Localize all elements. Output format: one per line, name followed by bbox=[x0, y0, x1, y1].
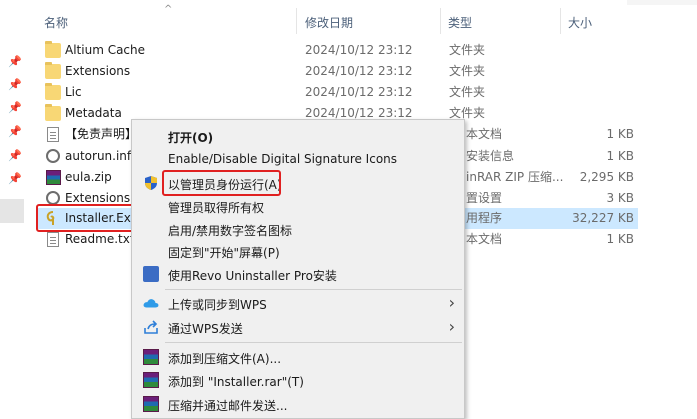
menu-item-label: 上传或同步到WPS bbox=[168, 298, 267, 312]
highlight-box-run-as-admin bbox=[162, 170, 281, 196]
pin-icon[interactable]: 📌 bbox=[8, 79, 22, 91]
file-size: 1 KB bbox=[606, 232, 634, 246]
file-type: 文件夹 bbox=[449, 85, 486, 99]
menu-item-pin-start[interactable]: 固定到"开始"屏幕(P) bbox=[132, 240, 464, 262]
setup-info-icon bbox=[46, 149, 60, 163]
file-type: 文件夹 bbox=[449, 43, 486, 57]
menu-item-send-wps[interactable]: 通过WPS发送 › bbox=[132, 316, 464, 338]
file-type: 用程序 bbox=[466, 211, 503, 225]
window-edge bbox=[627, 0, 697, 5]
menu-item-signature-icons[interactable]: Enable/Disable Digital Signature Icons bbox=[132, 148, 464, 170]
pin-icon[interactable]: 📌 bbox=[8, 150, 22, 162]
share-icon bbox=[144, 320, 158, 334]
column-date-header[interactable]: 修改日期 bbox=[305, 14, 353, 31]
menu-item-add-rar[interactable]: 添加到 "Installer.rar"(T) bbox=[132, 369, 464, 391]
file-name: Altium Cache bbox=[65, 43, 146, 57]
uac-shield-icon bbox=[145, 176, 157, 190]
navigation-pane: 📌 📌 📌 📌 📌 📌 bbox=[0, 0, 30, 415]
menu-item-open[interactable]: 打开(O) bbox=[132, 125, 464, 147]
file-size: 3 KB bbox=[606, 191, 634, 205]
cloud-icon bbox=[143, 299, 159, 308]
folder-icon bbox=[45, 83, 61, 100]
pin-icon[interactable]: 📌 bbox=[8, 56, 22, 68]
text-document-icon bbox=[47, 127, 59, 142]
column-header: ^ 名称 修改日期 类型 大小 bbox=[36, 4, 697, 34]
folder-icon bbox=[45, 62, 61, 79]
file-type: 安装信息 bbox=[466, 149, 515, 163]
menu-item-label: Enable/Disable Digital Signature Icons bbox=[168, 152, 398, 166]
text-document-icon bbox=[47, 232, 59, 247]
file-type: 置设置 bbox=[466, 191, 503, 205]
menu-item-toggle-signature[interactable]: 启用/禁用数字签名图标 bbox=[132, 218, 464, 240]
menu-separator bbox=[165, 289, 462, 290]
column-divider[interactable] bbox=[296, 8, 297, 34]
menu-item-label: 固定到"开始"屏幕(P) bbox=[168, 246, 280, 260]
folder-icon bbox=[45, 104, 61, 121]
menu-item-take-ownership[interactable]: 管理员取得所有权 bbox=[132, 195, 464, 217]
file-type: inRAR ZIP 压缩... bbox=[466, 170, 564, 184]
revo-uninstaller-icon bbox=[143, 266, 159, 282]
file-date: 2024/10/12 23:12 bbox=[305, 64, 413, 78]
file-size: 1 KB bbox=[606, 127, 634, 141]
file-name: Readme.txt bbox=[65, 232, 135, 246]
file-name: eula.zip bbox=[65, 170, 112, 184]
sort-up-icon: ^ bbox=[164, 4, 173, 15]
file-type: 本文档 bbox=[466, 127, 503, 141]
file-type: 文件夹 bbox=[449, 64, 486, 78]
pin-icon[interactable]: 📌 bbox=[8, 173, 22, 185]
winrar-archive-icon bbox=[46, 170, 61, 185]
file-row[interactable]: Extensions 2024/10/12 23:12 文件夹 bbox=[36, 61, 638, 82]
pin-icon[interactable]: 📌 bbox=[8, 126, 22, 138]
menu-item-label: 通过WPS发送 bbox=[168, 322, 243, 336]
settings-file-icon bbox=[46, 191, 60, 205]
winrar-icon bbox=[143, 396, 159, 412]
menu-item-label: 打开(O) bbox=[168, 131, 214, 145]
column-type-header[interactable]: 类型 bbox=[448, 14, 472, 31]
file-size: 2,295 KB bbox=[579, 170, 634, 184]
file-size: 32,227 KB bbox=[572, 211, 634, 225]
menu-item-add-archive[interactable]: 添加到压缩文件(A)... bbox=[132, 346, 464, 368]
menu-item-revo-install[interactable]: 使用Revo Uninstaller Pro安装 bbox=[132, 263, 464, 285]
context-menu: 打开(O) Enable/Disable Digital Signature I… bbox=[131, 119, 465, 419]
menu-item-label: 添加到压缩文件(A)... bbox=[168, 352, 282, 366]
file-name: Extensions bbox=[65, 64, 131, 78]
menu-item-label: 添加到 "Installer.rar"(T) bbox=[168, 375, 304, 389]
file-date: 2024/10/12 23:12 bbox=[305, 43, 413, 57]
pin-icon[interactable]: 📌 bbox=[8, 102, 22, 114]
chevron-right-icon: › bbox=[448, 293, 455, 312]
file-name: autorun.inf bbox=[65, 149, 132, 163]
file-name: Metadata bbox=[65, 106, 122, 120]
nav-selected-item[interactable] bbox=[0, 199, 24, 223]
menu-item-label: 压缩并通过邮件发送... bbox=[168, 399, 288, 413]
menu-item-label: 使用Revo Uninstaller Pro安装 bbox=[168, 269, 337, 283]
menu-item-label: 管理员取得所有权 bbox=[168, 201, 265, 215]
winrar-icon bbox=[143, 372, 159, 388]
menu-item-upload-wps[interactable]: 上传或同步到WPS › bbox=[132, 292, 464, 314]
folder-icon bbox=[45, 41, 61, 58]
chevron-right-icon: › bbox=[448, 317, 455, 336]
column-name-header[interactable]: 名称 bbox=[44, 14, 68, 31]
menu-separator bbox=[165, 342, 462, 343]
file-size: 1 KB bbox=[606, 149, 634, 163]
file-date: 2024/10/12 23:12 bbox=[305, 85, 413, 99]
menu-item-label: 启用/禁用数字签名图标 bbox=[168, 224, 293, 238]
column-divider[interactable] bbox=[440, 8, 441, 34]
file-row[interactable]: Altium Cache 2024/10/12 23:12 文件夹 bbox=[36, 40, 638, 61]
winrar-icon bbox=[143, 349, 159, 365]
file-type: 本文档 bbox=[466, 232, 503, 246]
column-size-header[interactable]: 大小 bbox=[568, 14, 592, 31]
file-name: 【免责声明】 bbox=[65, 127, 138, 141]
file-name: Lic bbox=[65, 85, 82, 99]
file-row[interactable]: Lic 2024/10/12 23:12 文件夹 bbox=[36, 82, 638, 103]
menu-item-compress-email[interactable]: 压缩并通过邮件发送... bbox=[132, 393, 464, 415]
column-divider[interactable] bbox=[560, 8, 561, 34]
